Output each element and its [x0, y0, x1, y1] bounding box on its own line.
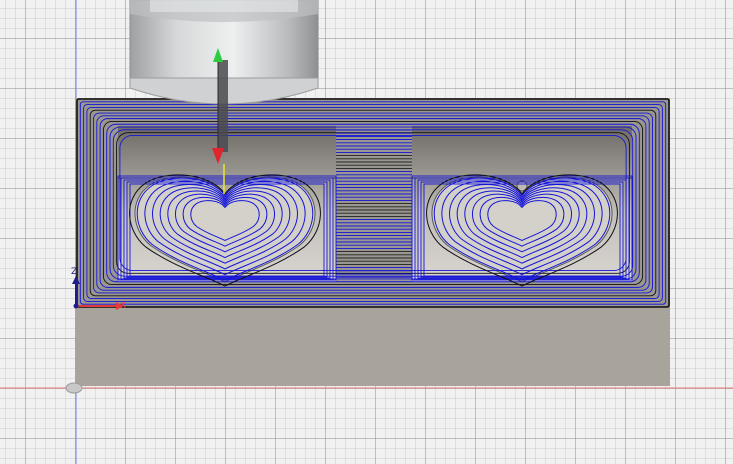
z-axis-label: Z — [71, 267, 78, 277]
cam-viewport[interactable]: Z X — [0, 0, 733, 464]
stock-side-face[interactable] — [76, 306, 670, 386]
scene-canvas — [0, 0, 733, 464]
world-origin-marker — [65, 382, 83, 394]
x-axis-label: X — [120, 301, 127, 311]
